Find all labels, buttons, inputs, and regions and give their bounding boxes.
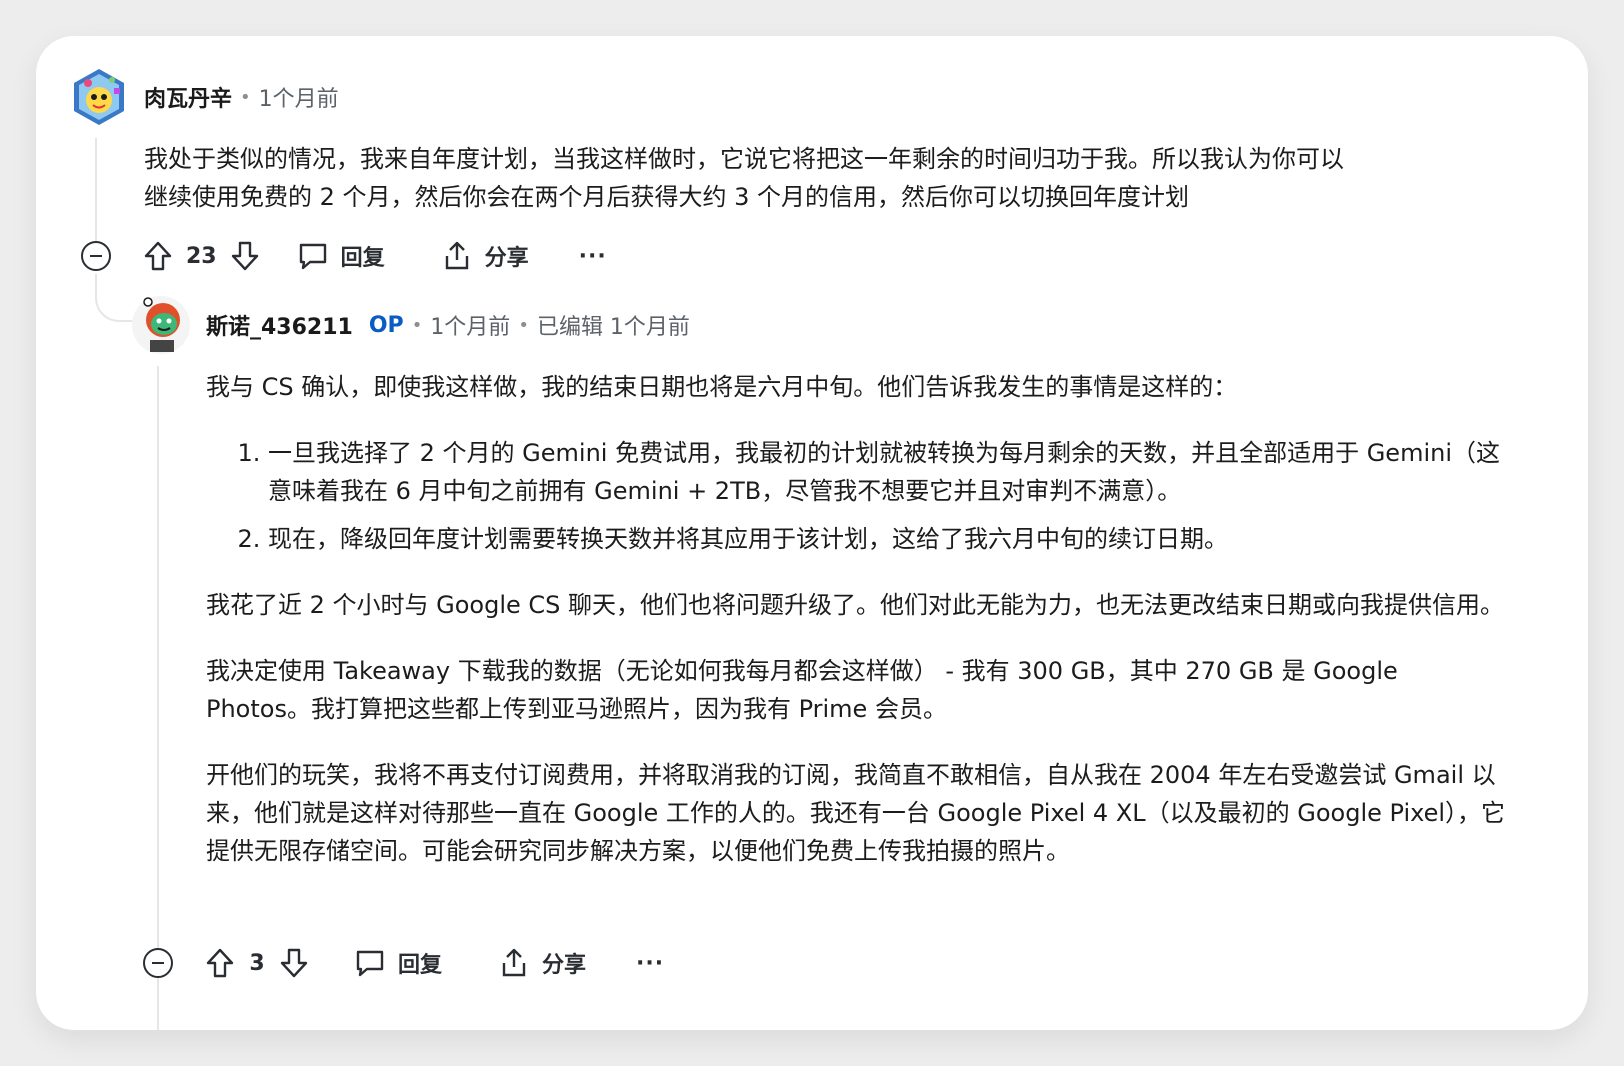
avatar[interactable] [68, 66, 126, 125]
comment-paragraph: 开他们的玩笑，我将不再支付订阅费用，并将取消我的订阅，我简直不敢相信，自从我在 … [206, 761, 1506, 865]
action-bar: 23 回复 分享 ··· [140, 236, 607, 276]
separator-dot: • [240, 86, 251, 108]
edited-label: 已编辑 1个月前 [536, 315, 690, 340]
reply-button[interactable]: 回复 [352, 945, 442, 981]
username[interactable]: 斯诺_436211 [206, 309, 353, 341]
comment-list: 一旦我选择了 2 个月的 Gemini 免费试用，我最初的计划就被转换为每月剩余… [206, 434, 1506, 558]
share-button[interactable]: 分享 [439, 238, 529, 274]
avatar-snoo-1-icon [74, 69, 124, 125]
timestamp[interactable]: 1个月前 [430, 309, 510, 341]
comment-meta: 肉瓦丹辛 • 1个月前 [144, 81, 339, 113]
avatar-snoo-2-icon [132, 296, 190, 354]
list-item: 现在，降级回年度计划需要转换天数并将其应用于该计划，这给了我六月中旬的续订日期。 [268, 520, 1506, 558]
avatar[interactable] [130, 294, 190, 354]
collapse-icon[interactable] [143, 948, 173, 978]
share-icon [496, 945, 532, 981]
upvote-icon[interactable] [202, 945, 238, 981]
comment-icon [295, 238, 331, 274]
share-label: 分享 [542, 953, 587, 978]
separator-dot: • [518, 314, 529, 336]
timestamp[interactable]: 1个月前 [259, 81, 339, 113]
list-item: 一旦我选择了 2 个月的 Gemini 免费试用，我最初的计划就被转换为每月剩余… [268, 434, 1506, 510]
share-icon [439, 238, 475, 274]
action-bar: 3 回复 分享 ··· [202, 943, 664, 983]
share-button[interactable]: 分享 [496, 945, 586, 981]
more-icon[interactable]: ··· [579, 244, 607, 269]
more-icon[interactable]: ··· [636, 951, 664, 976]
comment-body: 我处于类似的情况，我来自年度计划，当我这样做时，它说它将把这一年剩余的时间归功于… [144, 140, 1564, 216]
reply-label: 回复 [340, 246, 385, 271]
thread-line-reply [157, 366, 159, 1030]
thread-elbow-reply [95, 274, 135, 322]
op-badge: OP [368, 312, 404, 338]
share-label: 分享 [484, 246, 529, 271]
comment-body: 我与 CS 确认，即使我这样做，我的结束日期也将是六月中旬。他们告诉我发生的事情… [206, 368, 1506, 870]
reply-label: 回复 [398, 953, 443, 978]
comment-paragraph: 我与 CS 确认，即使我这样做，我的结束日期也将是六月中旬。他们告诉我发生的事情… [206, 373, 1238, 401]
downvote-icon[interactable] [227, 238, 263, 274]
vote-count: 3 [249, 950, 265, 976]
comment-paragraph: 我花了近 2 个小时与 Google CS 聊天，他们也将问题升级了。他们对此无… [206, 591, 1505, 619]
reply-button[interactable]: 回复 [295, 238, 385, 274]
username[interactable]: 肉瓦丹辛 [144, 81, 232, 113]
comment-paragraph: 我决定使用 Takeaway 下载我的数据（无论如何我每月都会这样做） - 我有… [206, 657, 1398, 723]
vote-count: 23 [186, 243, 217, 269]
comment-meta: 斯诺_436211 OP • 1个月前 • 已编辑 1个月前 [206, 309, 690, 341]
thread-line-parent [95, 138, 97, 248]
comment-icon [352, 945, 388, 981]
comment-line: 我处于类似的情况，我来自年度计划，当我这样做时，它说它将把这一年剩余的时间归功于… [144, 145, 1344, 173]
collapse-icon[interactable] [81, 241, 111, 271]
comment-line: 继续使用免费的 2 个月，然后你会在两个月后获得大约 3 个月的信用，然后你可以… [144, 183, 1190, 211]
upvote-icon[interactable] [140, 238, 176, 274]
comment-thread-card: 肉瓦丹辛 • 1个月前 我处于类似的情况，我来自年度计划，当我这样做时，它说它将… [36, 36, 1588, 1030]
separator-dot: • [411, 314, 423, 336]
downvote-icon[interactable] [276, 945, 312, 981]
